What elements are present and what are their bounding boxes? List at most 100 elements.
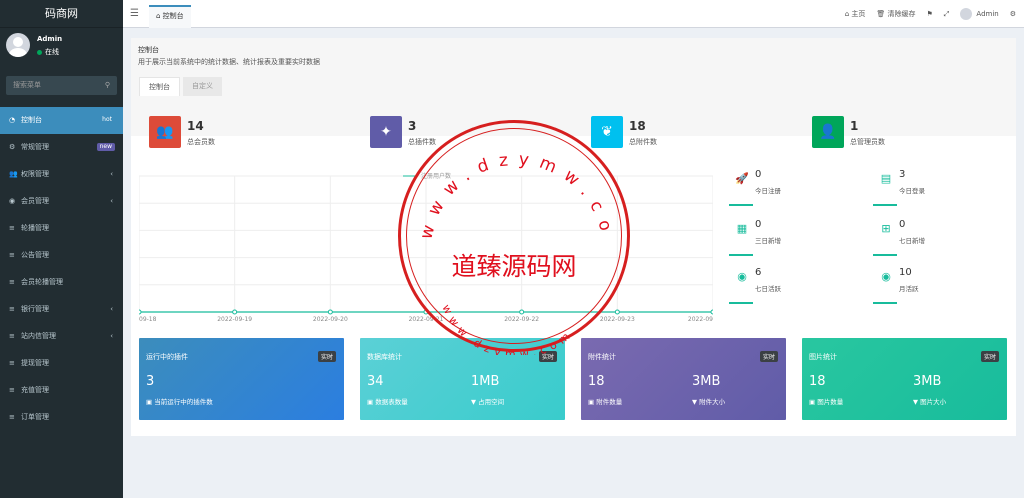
mini-stat: ◉ 6 七日活跃 xyxy=(729,266,853,304)
data-point[interactable] xyxy=(710,309,713,315)
leaf-icon: ❦ xyxy=(591,116,623,148)
home-link[interactable]: ⌂ 主页 xyxy=(845,0,866,28)
card-value: 18 xyxy=(809,374,826,389)
list-icon: ≡ xyxy=(9,332,15,340)
sidebar-item-7[interactable]: ≡ 银行管理 ‹ xyxy=(0,296,123,323)
sidebar-item-label: 充值管理 xyxy=(21,386,49,394)
user-circle-icon: ◉ xyxy=(737,270,747,283)
sidebar-item-0[interactable]: ◔ 控制台 hot xyxy=(0,107,123,134)
card-value-secondary: 3MB xyxy=(913,374,942,389)
card-value: 18 xyxy=(588,374,605,389)
cogs-icon: ⚙ xyxy=(9,143,16,151)
menu-toggle-icon[interactable]: ☰ xyxy=(130,0,139,28)
stat-value: 14 xyxy=(187,119,204,133)
sidebar-item-3[interactable]: ◉ 会员管理 ‹ xyxy=(0,188,123,215)
tab-dashboard[interactable]: ⌂ 控制台 xyxy=(149,5,191,28)
data-point[interactable] xyxy=(232,309,238,315)
stat-value: 1 xyxy=(850,119,859,133)
x-tick-label: 2022-09-19 xyxy=(217,316,252,322)
card-footer-label: 图片数量 xyxy=(817,398,844,406)
dashboard-icon: ◔ xyxy=(9,116,16,124)
sidebar-item-label: 站内信管理 xyxy=(21,332,56,340)
registration-line-chart: 注册用户数 09-18 2022-09-19 2022-09-20 2022-09-21… xyxy=(139,172,713,322)
realtime-badge: 实时 xyxy=(980,351,999,362)
sidebar-item-9[interactable]: ≡ 提现管理 xyxy=(0,350,123,377)
mini-stat: 🚀 0 今日注册 xyxy=(729,168,853,206)
sidebar-item-2[interactable]: 👥 权限管理 ‹ xyxy=(0,161,123,188)
user-circle-icon: ◉ xyxy=(9,197,16,205)
magic-wand-icon: ✦ xyxy=(370,116,402,148)
search-input[interactable]: 搜索菜单 ⚲ xyxy=(6,76,117,95)
data-point[interactable] xyxy=(614,309,620,315)
user-name: Admin xyxy=(37,35,63,43)
mini-stat-underline xyxy=(873,254,897,256)
app-logo[interactable]: 码商网 xyxy=(0,0,123,28)
clear-cache-link[interactable]: 🗑 清除缓存 xyxy=(876,0,915,28)
sidebar: 码商网 Admin 在线 搜索菜单 ⚲ ◔ 控制台 hot ⚙ 常规管理 new 👥 权限管理… xyxy=(0,0,123,498)
sidebar-item-11[interactable]: ≡ 订单管理 xyxy=(0,404,123,431)
list-icon: ≡ xyxy=(9,251,15,259)
card-value: 3 xyxy=(146,374,155,389)
mini-stat-label: 七日活跃 xyxy=(755,285,781,293)
mini-stat: ▤ 3 今日登录 xyxy=(873,168,997,206)
tab-console[interactable]: 控制台 xyxy=(139,77,180,96)
card-footer-label: 当前运行中的插件数 xyxy=(154,398,213,406)
mini-stat: ⊞ 0 七日新增 xyxy=(873,218,997,256)
mini-stat-label: 月活跃 xyxy=(899,285,919,293)
search-placeholder: 搜索菜单 xyxy=(13,81,41,89)
legend-label: 注册用户数 xyxy=(421,172,451,180)
trash-icon: 🗑 xyxy=(876,10,888,18)
mini-stat-value: 0 xyxy=(755,169,762,180)
chevron-left-icon: ‹ xyxy=(110,197,113,205)
summary-card: 附件统计 实时 18 ▣ 附件数量 3MB ▼ 附件大小 xyxy=(581,338,786,420)
summary-card: 数据库统计 实时 34 ▣ 数据表数量 1MB ▼ 占用空间 xyxy=(360,338,565,420)
mini-stat-label: 七日新增 xyxy=(899,237,925,245)
realtime-badge: 实时 xyxy=(317,351,336,362)
sidebar-item-8[interactable]: ≡ 站内信管理 ‹ xyxy=(0,323,123,350)
data-point[interactable] xyxy=(327,309,333,315)
page-title: 控制台 xyxy=(138,46,159,54)
user-icon: 👤 xyxy=(812,116,844,148)
fullscreen-icon[interactable]: ⤢ xyxy=(944,0,950,28)
sidebar-item-label: 公告管理 xyxy=(21,251,49,259)
admin-menu[interactable]: Admin xyxy=(960,0,999,28)
summary-card: 运行中的插件 实时 3 ▣ 当前运行中的插件数 xyxy=(139,338,344,420)
data-point[interactable] xyxy=(519,309,525,315)
list-icon: ≡ xyxy=(9,305,15,313)
data-point[interactable] xyxy=(139,309,142,315)
sidebar-item-6[interactable]: ≡ 会员轮播管理 xyxy=(0,269,123,296)
mini-stat-value: 3 xyxy=(899,169,906,180)
settings-gear-icon[interactable]: ⚙ xyxy=(1010,0,1016,28)
tab-custom[interactable]: 自定义 xyxy=(183,77,222,96)
stat-label: 总会员数 xyxy=(187,138,215,146)
x-tick-label: 2022-09-23 xyxy=(600,316,635,322)
mini-stat-label: 三日新增 xyxy=(755,237,781,245)
sidebar-item-1[interactable]: ⚙ 常规管理 new xyxy=(0,134,123,161)
card-footer: ▣ 图片数量 xyxy=(809,396,843,406)
user-status-label: 在线 xyxy=(45,48,59,56)
mini-stat: ▦ 0 三日新增 xyxy=(729,218,853,256)
sidebar-item-label: 控制台 xyxy=(21,116,42,124)
data-point[interactable] xyxy=(423,309,429,315)
summary-card: 图片统计 实时 18 ▣ 图片数量 3MB ▼ 图片大小 xyxy=(802,338,1007,420)
language-icon[interactable]: ⚑ xyxy=(927,0,933,28)
list-icon: ≡ xyxy=(9,278,15,286)
card-footer: ▣ 数据表数量 xyxy=(367,396,408,406)
card-footer-secondary: ▼ 图片大小 xyxy=(913,396,946,406)
sidebar-badge: new xyxy=(96,143,115,151)
sidebar-item-4[interactable]: ≡ 轮播管理 xyxy=(0,215,123,242)
mini-stat-value: 0 xyxy=(899,219,906,230)
chevron-left-icon: ‹ xyxy=(110,170,113,178)
search-icon[interactable]: ⚲ xyxy=(105,76,110,95)
sidebar-item-label: 常规管理 xyxy=(21,143,49,151)
mini-stat-value: 0 xyxy=(755,219,762,230)
stat-label: 总插件数 xyxy=(408,138,436,146)
mini-stat-label: 今日注册 xyxy=(755,187,781,195)
sidebar-item-10[interactable]: ≡ 充值管理 xyxy=(0,377,123,404)
calendar-icon: ▦ xyxy=(736,222,748,235)
sidebar-item-label: 会员管理 xyxy=(21,197,49,205)
mini-stat-underline xyxy=(729,204,753,206)
sidebar-item-5[interactable]: ≡ 公告管理 xyxy=(0,242,123,269)
sidebar-item-label: 权限管理 xyxy=(21,170,49,178)
card-footer-icon: ▣ xyxy=(809,398,818,406)
